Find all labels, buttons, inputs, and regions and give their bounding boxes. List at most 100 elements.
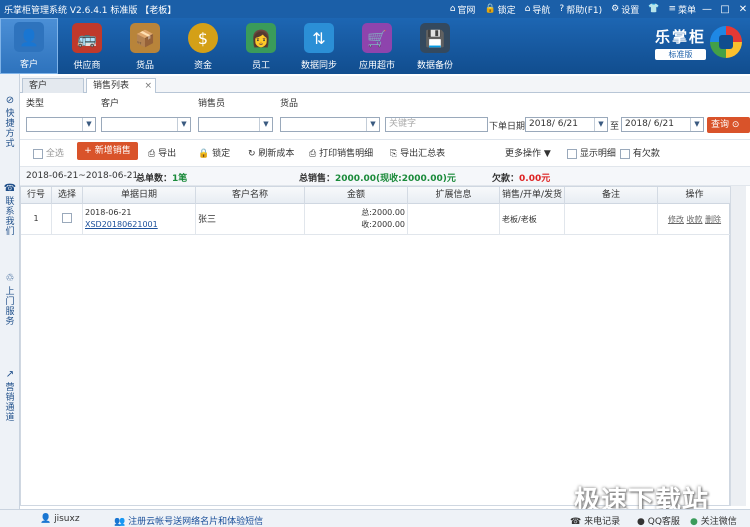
ext-info [408, 204, 500, 235]
brand-edition: 标准版 [654, 49, 706, 60]
query-button[interactable]: 查询 ⊙ [707, 117, 750, 133]
debt: 欠款：0.00元 [492, 174, 551, 184]
chart-icon: ↗ [5, 369, 15, 380]
customer-name: 张三 [196, 204, 305, 235]
collect-link[interactable]: 收款 [687, 215, 703, 224]
toolbar-goods[interactable]: 📦 货品 [116, 18, 174, 74]
refresh-icon: ↻ [248, 149, 256, 159]
official-site-link[interactable]: ⌂ 官网 [450, 3, 476, 16]
more-actions-dropdown[interactable]: 更多操作 ▼ [505, 146, 551, 159]
close-button[interactable]: ✕ [736, 4, 750, 15]
row-select-checkbox[interactable] [62, 213, 72, 223]
wechat-button[interactable]: ● 关注微信 [690, 514, 737, 527]
nav-link[interactable]: ⌂ 导航 [525, 3, 551, 16]
vertical-scrollbar[interactable] [730, 186, 746, 506]
call-log-button[interactable]: ☎ 来电记录 [570, 514, 620, 527]
toolbar-customer[interactable]: 👤 客户 [0, 18, 58, 74]
menu-link[interactable]: ≡ 菜单 [668, 3, 696, 16]
date-from-picker[interactable]: 2018/ 6/21 ▼ [525, 117, 608, 132]
refresh-cost-button[interactable]: ↻ 刷新成本 [248, 146, 294, 159]
salesperson-select[interactable]: ▼ [198, 117, 273, 132]
tab-sales-list[interactable]: 销售列表 × [86, 78, 156, 93]
show-detail-toggle[interactable]: 显示明细 [567, 146, 616, 159]
qq-service-button[interactable]: ● QQ客服 [637, 514, 680, 527]
doc-number-link[interactable]: XSD20180621001 [85, 219, 195, 231]
keyword-input[interactable]: 关键字 [385, 117, 488, 132]
export-icon: ⎙ [148, 149, 156, 159]
chevron-down-icon: ▼ [543, 149, 551, 159]
close-tab-icon[interactable]: × [144, 79, 152, 93]
has-debt-toggle[interactable]: 有欠款 [620, 146, 660, 159]
column-header: 行号 [21, 187, 52, 204]
amount-received: 收:2000.00 [361, 220, 405, 229]
toolbar-app-market[interactable]: 🛒 应用超市 [348, 18, 406, 74]
sidebar-item-contact[interactable]: ☎ 联系我们 [0, 183, 20, 238]
new-sale-button[interactable]: + 新增销售 [77, 142, 138, 160]
nav-icon: ⌂ [524, 4, 531, 14]
chevron-down-icon: ▼ [82, 118, 95, 131]
total-sales: 总销售：2000.00(现收:2000.00)元 [299, 174, 456, 184]
type-select[interactable]: ▼ [26, 117, 96, 132]
column-header: 选择 [52, 187, 83, 204]
toolbar-supplier[interactable]: 🚌 供应商 [58, 18, 116, 74]
export-button[interactable]: ⎙ 导出 [148, 146, 176, 159]
row-select-cell [52, 204, 83, 235]
qq-icon: ● [637, 517, 645, 527]
tab-customer[interactable]: 客户 [22, 78, 84, 93]
register-link[interactable]: 👥 注册云帐号送网络名片和体验短信 [114, 514, 263, 527]
table-row[interactable]: 1 2018-06-21 XSD20180621001 张三 总:2000.00… [21, 204, 731, 235]
sidebar-item-marketing[interactable]: ↗ 营销通道 [0, 369, 20, 424]
shortcut-icon: ⊘ [5, 95, 15, 106]
table-header: 行号 选择 单据日期 客户名称 金额 扩展信息 销售/开单/发货 备注 操作 [21, 187, 731, 204]
minimize-button[interactable]: — [700, 4, 714, 15]
search-icon: ⊙ [731, 120, 740, 130]
show-detail-checkbox[interactable] [567, 148, 577, 159]
phone-icon: ☎ [3, 183, 17, 194]
skin-link[interactable]: 👕 [648, 4, 659, 14]
has-debt-checkbox[interactable] [620, 148, 630, 159]
calendar-dropdown-icon: ▼ [594, 118, 607, 131]
salesperson-label: 销售员 [198, 99, 226, 109]
help-icon: ? [559, 4, 565, 14]
export-summary-button[interactable]: ⎘ 导出汇总表 [390, 146, 445, 159]
customer-select[interactable]: ▼ [101, 117, 191, 132]
user-icon: 👤 [40, 514, 52, 524]
customer-label: 客户 [101, 99, 120, 109]
print-detail-button[interactable]: ⎙ 打印销售明细 [309, 146, 373, 159]
help-link[interactable]: ? 帮助(F1) [559, 3, 602, 16]
sidebar-item-onsite-service[interactable]: ♲ 上门服务 [0, 274, 20, 328]
toolbar-backup[interactable]: 💾 数据备份 [406, 18, 464, 74]
goods-select[interactable]: ▼ [280, 117, 380, 132]
type-label: 类型 [26, 99, 45, 109]
cloud-user-icon: 👥 [114, 517, 126, 527]
sync-icon: ⇅ [304, 23, 334, 53]
money-icon: $ [188, 23, 218, 53]
lock-link[interactable]: 🔒 锁定 [484, 3, 515, 16]
maximize-button[interactable]: □ [718, 4, 732, 15]
staff-icon: 👩 [246, 23, 276, 53]
menu-icon: ≡ [668, 4, 676, 14]
select-all[interactable]: 全选 [33, 146, 64, 159]
date-to-picker[interactable]: 2018/ 6/21 ▼ [621, 117, 704, 132]
logo-icon [710, 26, 742, 58]
doc-date-cell: 2018-06-21 XSD20180621001 [83, 204, 196, 235]
delete-link[interactable]: 删除 [705, 215, 721, 224]
column-header: 备注 [565, 187, 658, 204]
printer-icon: ⎙ [309, 149, 317, 159]
toolbar-money[interactable]: $ 资金 [174, 18, 232, 74]
title-bar: 乐掌柜管理系统 V2.6.4.1 标准版 【老板】 ⌂ 官网 🔒 锁定 ⌂ 导航 ? 帮… [0, 0, 750, 18]
edit-link[interactable]: 修改 [668, 215, 684, 224]
select-all-checkbox[interactable] [33, 148, 43, 159]
lock-button[interactable]: 🔒 锁定 [198, 146, 230, 159]
lock-icon: 🔒 [198, 149, 210, 159]
sidebar-item-shortcuts[interactable]: ⊘ 快捷方式 [0, 95, 20, 150]
toolbar-sync[interactable]: ⇅ 数据同步 [290, 18, 348, 74]
column-header: 操作 [685, 190, 704, 200]
lock-icon: 🔒 [484, 4, 496, 14]
column-header: 销售/开单/发货 [500, 187, 565, 204]
phone-icon: ☎ [570, 517, 582, 527]
brand-name: 乐掌柜 [654, 28, 706, 46]
toolbar-staff[interactable]: 👩 员工 [232, 18, 290, 74]
summary-bar: 2018-06-21~2018-06-21 总单数：1笔 总销售：2000.00… [20, 166, 750, 186]
settings-link[interactable]: ⚙ 设置 [611, 3, 639, 16]
